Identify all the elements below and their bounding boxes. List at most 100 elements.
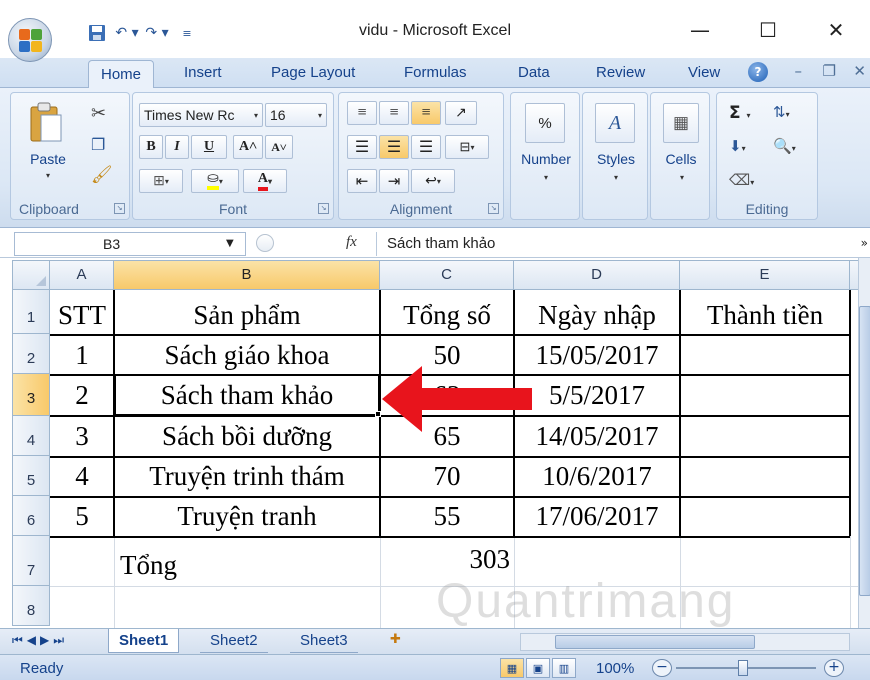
align-center-icon[interactable]: ☰ [379, 135, 409, 159]
tab-review[interactable]: Review [596, 64, 645, 81]
cell-b2[interactable]: Sách giáo khoa [114, 340, 380, 371]
cell-b1[interactable]: Sản phẩm [114, 300, 380, 331]
cell-d3[interactable]: 5/5/2017 [514, 380, 680, 411]
shrink-font-button[interactable]: A˅ [265, 135, 293, 159]
column-header-d[interactable]: D [514, 260, 680, 290]
underline-button[interactable]: U [191, 135, 227, 159]
paste-dropdown-icon[interactable]: ▾ [41, 171, 55, 180]
formula-input[interactable]: Sách tham khảo [376, 232, 856, 256]
align-bottom-icon[interactable]: ≡ [411, 101, 441, 125]
cell-a5[interactable]: 4 [50, 461, 114, 492]
clear-icon[interactable]: ⌫▾ [729, 171, 754, 189]
column-header-c[interactable]: C [380, 260, 514, 290]
cell-b4[interactable]: Sách bồi dưỡng [114, 421, 380, 452]
cell-c6[interactable]: 55 [380, 501, 514, 532]
maximize-button[interactable]: ☐ [734, 12, 802, 48]
alignment-launcher-icon[interactable]: ↘ [488, 203, 499, 214]
paste-label[interactable]: Paste [23, 151, 73, 167]
borders-button[interactable]: ⊞ ▾ [139, 169, 183, 193]
merge-center-icon[interactable]: ⊟ ▾ [445, 135, 489, 159]
font-color-button[interactable]: A ▾ [243, 169, 287, 193]
zoom-level[interactable]: 100% [596, 660, 634, 677]
row-header-2[interactable]: 2 [12, 334, 50, 374]
fill-icon[interactable]: ⬇▾ [729, 137, 746, 155]
ribbon-minimize-icon[interactable]: – [795, 62, 803, 80]
cell-c7[interactable]: 303 [380, 544, 511, 575]
styles-icon[interactable]: A [595, 103, 635, 143]
bold-button[interactable]: B [139, 135, 163, 159]
sort-filter-icon[interactable]: ⇅▾ [773, 103, 790, 121]
name-box-dropdown-icon[interactable]: ▼ [226, 238, 234, 249]
cell-d1[interactable]: Ngày nhập [514, 300, 680, 331]
cells-icon[interactable]: ▦ [663, 103, 699, 143]
office-button[interactable] [8, 18, 52, 62]
font-name-select[interactable]: Times New Rc ▾ [139, 103, 263, 127]
cell-a1[interactable]: STT [50, 300, 114, 331]
vertical-scroll-thumb[interactable] [859, 306, 870, 596]
cell-d6[interactable]: 17/06/2017 [514, 501, 680, 532]
font-launcher-icon[interactable]: ↘ [318, 203, 329, 214]
cell-a3[interactable]: 2 [50, 380, 114, 411]
font-size-select[interactable]: 16 ▾ [265, 103, 327, 127]
horizontal-scroll-thumb[interactable] [555, 635, 755, 649]
cell-b7[interactable]: Tổng [120, 550, 240, 581]
align-left-icon[interactable]: ☰ [347, 135, 377, 159]
align-right-icon[interactable]: ☰ [411, 135, 441, 159]
cell-b6[interactable]: Truyện tranh [114, 501, 380, 532]
number-group[interactable]: % Number ▾ [510, 92, 580, 220]
tab-data[interactable]: Data [518, 64, 550, 81]
cell-a6[interactable]: 5 [50, 501, 114, 532]
tab-insert[interactable]: Insert [184, 64, 222, 81]
column-header-f[interactable] [850, 260, 858, 290]
select-all-button[interactable] [12, 260, 50, 290]
column-header-b[interactable]: B [114, 260, 380, 290]
sheet-tab-3[interactable]: Sheet3 [290, 629, 358, 653]
italic-button[interactable]: I [165, 135, 189, 159]
cell-b3[interactable]: Sách tham khảo [114, 380, 380, 411]
zoom-slider-thumb[interactable] [738, 660, 748, 676]
column-header-e[interactable]: E [680, 260, 850, 290]
tab-home[interactable]: Home [88, 60, 155, 89]
clipboard-launcher-icon[interactable]: ↘ [114, 203, 125, 214]
insert-function-icon[interactable]: fx [346, 234, 357, 251]
increase-indent-icon[interactable]: ⇥ [379, 169, 409, 193]
wrap-text-icon[interactable]: ↩ ▾ [411, 169, 455, 193]
page-layout-view-icon[interactable]: ▣ [526, 658, 550, 678]
cell-e1[interactable]: Thành tiền [680, 300, 850, 331]
decrease-indent-icon[interactable]: ⇤ [347, 169, 377, 193]
column-header-a[interactable]: A [50, 260, 114, 290]
paste-icon[interactable] [29, 101, 63, 145]
autosum-icon[interactable]: Σ ▾ [729, 103, 751, 123]
tab-view[interactable]: View [688, 64, 720, 81]
cut-icon[interactable]: ✂ [91, 103, 106, 124]
fill-color-button[interactable]: ⛀ ▾ [191, 169, 239, 193]
sheet-tab-2[interactable]: Sheet2 [200, 629, 268, 653]
grow-font-button[interactable]: A˄ [233, 135, 263, 159]
worksheet-grid[interactable]: A B C D E 1 2 3 4 5 6 7 8 STT Sản phẩm T… [0, 260, 858, 628]
vertical-scrollbar[interactable] [858, 258, 870, 628]
sheet-tab-1[interactable]: Sheet1 [108, 629, 180, 653]
row-header-8[interactable]: 8 [12, 586, 50, 626]
row-header-1[interactable]: 1 [12, 290, 50, 334]
orientation-icon[interactable]: ↗ [445, 101, 477, 125]
ribbon-restore-icon[interactable]: ❐ [823, 62, 836, 80]
horizontal-scrollbar[interactable] [520, 633, 850, 651]
cells-group[interactable]: ▦ Cells ▾ [650, 92, 710, 220]
cell-d2[interactable]: 15/05/2017 [514, 340, 680, 371]
styles-group[interactable]: A Styles ▾ [582, 92, 648, 220]
copy-icon[interactable]: ❐ [91, 135, 105, 154]
format-painter-icon[interactable]: 🖌 [91, 165, 113, 185]
sheet-nav-arrows-icon[interactable]: ⏮◀▶⏭ [12, 633, 68, 648]
align-top-icon[interactable]: ≡ [347, 101, 377, 125]
cell-a2[interactable]: 1 [50, 340, 114, 371]
cell-c1[interactable]: Tổng số [380, 300, 514, 331]
find-select-icon[interactable]: 🔍▾ [773, 137, 796, 155]
cell-d4[interactable]: 14/05/2017 [514, 421, 680, 452]
tab-page-layout[interactable]: Page Layout [271, 64, 355, 81]
fill-handle[interactable] [375, 411, 381, 417]
row-header-7[interactable]: 7 [12, 536, 50, 586]
close-button[interactable]: ✕ [802, 12, 870, 48]
help-icon[interactable]: ? [748, 62, 768, 82]
zoom-out-button[interactable]: − [652, 659, 672, 677]
cell-a4[interactable]: 3 [50, 421, 114, 452]
